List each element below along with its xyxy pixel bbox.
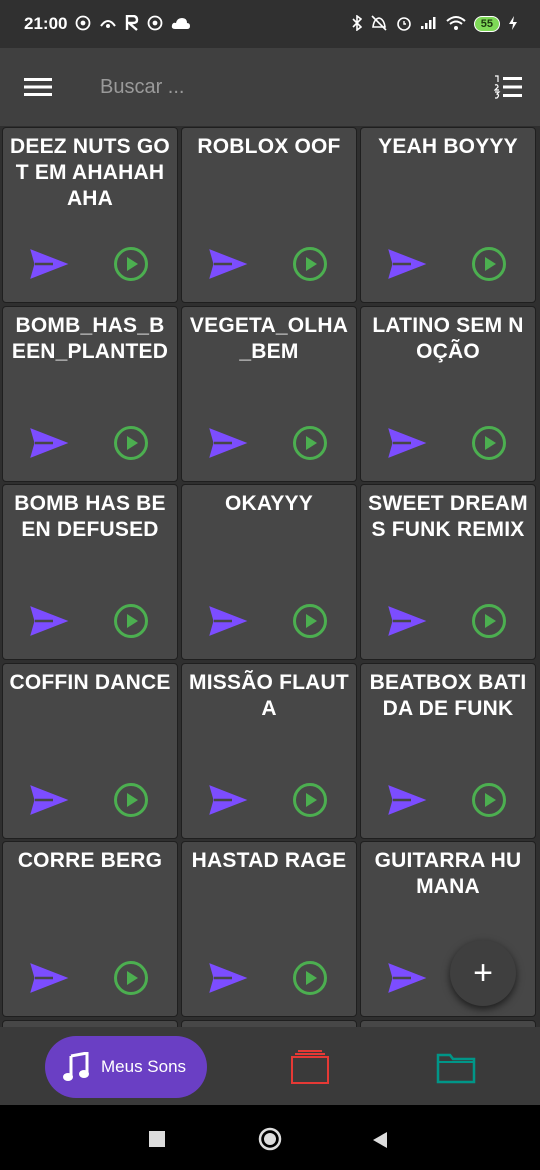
play-circle-icon[interactable] <box>113 603 149 639</box>
cloud-icon <box>171 16 191 33</box>
whatsapp-icon <box>147 15 163 34</box>
send-icon[interactable] <box>387 425 427 461</box>
sound-title: HASTAD RAGE <box>191 849 347 873</box>
sound-card[interactable] <box>2 1019 178 1027</box>
send-icon[interactable] <box>29 603 69 639</box>
play-circle-icon[interactable] <box>471 782 507 818</box>
bottom-nav: Meus Sons <box>0 1027 540 1105</box>
send-icon[interactable] <box>387 603 427 639</box>
sound-card[interactable]: CORRE BERG <box>2 841 178 1018</box>
sound-title: SWEET DREAMS FUNK REMIX <box>368 492 528 542</box>
play-circle-icon[interactable] <box>292 246 328 282</box>
status-bar: 21:00 55 <box>0 0 540 48</box>
sound-card[interactable]: COFFIN DANCE <box>2 662 178 839</box>
sound-card[interactable]: BOMB_HAS_BEEN_PLANTED <box>2 305 178 482</box>
add-icon: + <box>473 953 493 992</box>
sound-grid: DEEZ NUTS GOT EM AHAHAHAHA ROBLOX OOF YE… <box>2 127 538 1027</box>
play-circle-icon[interactable] <box>292 425 328 461</box>
android-nav-bar <box>0 1105 540 1170</box>
sound-title: BEATBOX BATIDA DE FUNK <box>369 670 527 720</box>
sound-title: BOMB HAS BEEN DEFUSED <box>14 492 166 542</box>
nav-meus-sons[interactable]: Meus Sons <box>45 1036 207 1098</box>
sound-card[interactable]: VEGETA_OLHA_BEM <box>181 305 357 482</box>
send-icon[interactable] <box>208 960 248 996</box>
back-button[interactable] <box>372 1131 388 1154</box>
bluetooth-icon <box>352 13 362 34</box>
wifi-icon <box>446 15 466 34</box>
alarm-icon <box>396 15 412 34</box>
play-circle-icon[interactable] <box>113 425 149 461</box>
sound-title: ROBLOX OOF <box>197 135 341 158</box>
sound-card[interactable]: ROBLOX OOF <box>181 127 357 303</box>
sound-card[interactable]: YEAH BOYYY <box>360 127 536 303</box>
sound-title: CORRE BERG <box>17 849 163 873</box>
play-circle-icon[interactable] <box>113 246 149 282</box>
sound-title: OKAYYY <box>225 492 313 516</box>
music-note-icon <box>63 1052 89 1082</box>
send-icon[interactable] <box>29 246 69 282</box>
sound-title: GUITARRA HUMANA <box>374 849 522 899</box>
play-circle-icon[interactable] <box>113 782 149 818</box>
send-icon[interactable] <box>29 782 69 818</box>
sort-list-icon[interactable] <box>494 75 522 99</box>
sound-card[interactable] <box>360 1019 536 1027</box>
send-icon[interactable] <box>208 782 248 818</box>
charging-icon <box>508 15 518 34</box>
mute-icon <box>370 14 388 34</box>
sound-card[interactable]: LATINO SEM NOÇÃO <box>360 305 536 482</box>
sound-title: VEGETA_OLHA_BEM <box>189 313 349 363</box>
sound-card[interactable]: DEEZ NUTS GOT EM AHAHAHAHA <box>2 127 178 303</box>
whatsapp-icon <box>75 15 91 34</box>
status-bar-left: 21:00 <box>24 14 191 34</box>
send-icon[interactable] <box>208 603 248 639</box>
sound-title: LATINO SEM NOÇÃO <box>372 313 524 363</box>
send-icon[interactable] <box>208 246 248 282</box>
sound-title: DEEZ NUTS GOT EM AHAHAHAHA <box>10 135 170 210</box>
folder-icon[interactable] <box>436 1051 476 1085</box>
play-circle-icon[interactable] <box>471 603 507 639</box>
search-input[interactable] <box>98 74 494 100</box>
sound-title: MISSÃO FLAUTA <box>189 670 349 720</box>
send-icon[interactable] <box>29 960 69 996</box>
toolbar <box>0 48 540 126</box>
status-bar-right: 55 <box>352 13 518 34</box>
play-circle-icon[interactable] <box>292 782 328 818</box>
r-app-icon <box>125 14 139 34</box>
play-circle-icon[interactable] <box>292 603 328 639</box>
sound-title: COFFIN DANCE <box>9 670 171 694</box>
home-button[interactable] <box>258 1127 282 1156</box>
sound-title: BOMB_HAS_BEEN_PLANTED <box>11 313 169 363</box>
send-icon[interactable] <box>208 425 248 461</box>
sound-card[interactable]: BOMB HAS BEEN DEFUSED <box>2 484 178 661</box>
play-circle-icon[interactable] <box>113 960 149 996</box>
send-icon[interactable] <box>387 782 427 818</box>
add-sound-fab[interactable]: + <box>450 940 516 1006</box>
sound-card[interactable]: HASTAD RAGE <box>181 841 357 1018</box>
play-circle-icon[interactable] <box>292 960 328 996</box>
sound-card[interactable]: OKAYYY <box>181 484 357 661</box>
sound-title: YEAH BOYYY <box>378 135 518 158</box>
sound-card[interactable]: BEATBOX BATIDA DE FUNK <box>360 662 536 839</box>
sound-card[interactable]: MISSÃO FLAUTA <box>181 662 357 839</box>
recents-button[interactable] <box>149 1131 165 1152</box>
sound-card[interactable]: SWEET DREAMS FUNK REMIX <box>360 484 536 661</box>
play-circle-icon[interactable] <box>471 425 507 461</box>
send-icon[interactable] <box>29 425 69 461</box>
sound-card[interactable] <box>181 1019 357 1027</box>
status-time: 21:00 <box>24 14 68 33</box>
play-circle-icon[interactable] <box>471 246 507 282</box>
signal-icon <box>420 16 438 33</box>
hamburger-menu-icon[interactable] <box>24 77 52 97</box>
nav-meus-sons-label: Meus Sons <box>101 1057 187 1076</box>
battery-icon: 55 <box>473 16 500 32</box>
send-icon[interactable] <box>387 960 427 996</box>
cart-icon[interactable] <box>289 1049 331 1085</box>
send-icon[interactable] <box>387 246 427 282</box>
hotspot-icon <box>99 16 117 33</box>
